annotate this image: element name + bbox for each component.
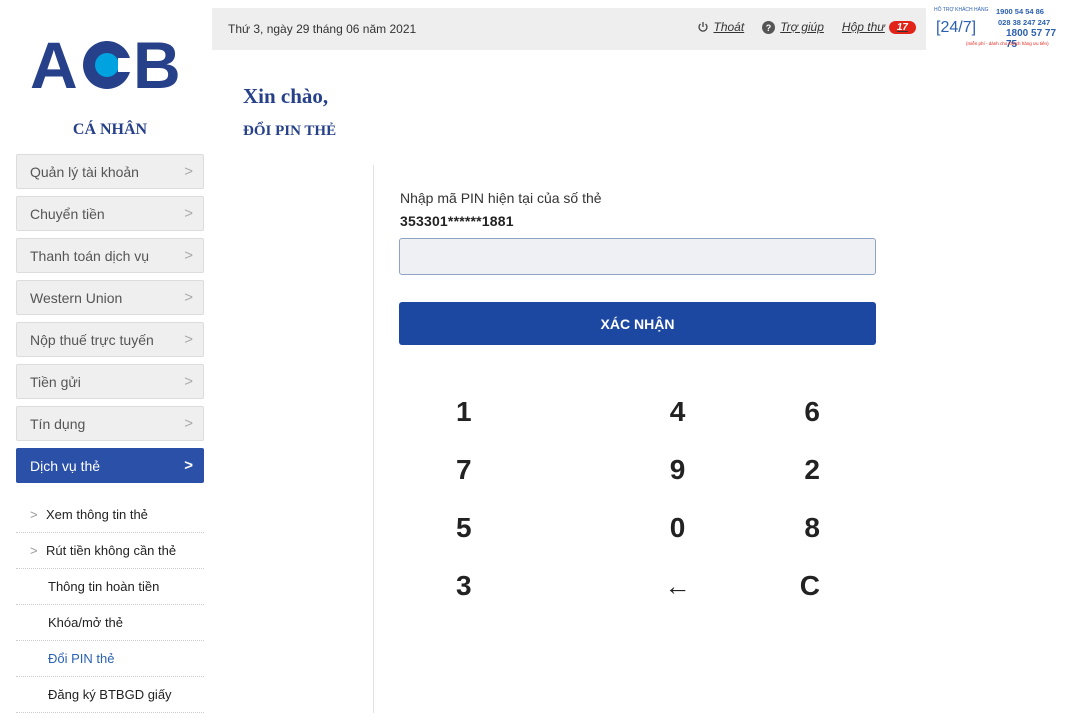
help-link[interactable]: ? Trợ giúp [762, 20, 824, 34]
hotline-note: (miễn phí - dành cho khách hàng ưu tiên) [966, 41, 1049, 46]
keypad-key-0[interactable]: 0 [560, 499, 720, 557]
svg-text:B: B [133, 28, 181, 98]
sidebar-item-account-management[interactable]: Quản lý tài khoản > [16, 154, 204, 189]
chevron-right-icon: > [184, 205, 193, 222]
svg-text:A: A [30, 28, 76, 98]
submenu-item-paper-statement[interactable]: Đăng ký BTBGD giấy [16, 677, 204, 713]
keypad-key-8[interactable]: 8 [720, 499, 880, 557]
pin-input[interactable] [399, 238, 876, 275]
keypad-backspace-key[interactable]: ← [560, 557, 720, 615]
logout-link[interactable]: Thoát [697, 20, 745, 34]
greeting: Xin chào, [243, 84, 329, 108]
hotline-24-7: [24/7] [936, 19, 977, 36]
sidebar-item-online-tax[interactable]: Nộp thuế trực tuyến > [16, 322, 204, 357]
submenu-item-label: Rút tiền không cần thẻ [46, 543, 177, 558]
hotline-phone-2: 028 38 247 247 [998, 18, 1051, 27]
inbox-label: Hộp thư [841, 20, 885, 34]
submenu-item-label: Thông tin hoàn tiền [48, 579, 160, 594]
logout-label: Thoát [713, 20, 745, 34]
submenu-item-label: Khóa/mở thẻ [48, 615, 124, 630]
keypad-key-2[interactable]: 2 [720, 441, 880, 499]
hotline-phone-3: 1800 57 77 75 [1006, 28, 1057, 50]
keypad-key-1[interactable]: 1 [400, 383, 560, 441]
sidebar-menu: Quản lý tài khoản > Chuyển tiền > Thanh … [16, 154, 204, 490]
power-icon [697, 21, 709, 33]
sidebar-item-label: Tín dụng [30, 415, 86, 432]
submenu-item-change-pin[interactable]: Đổi PIN thẻ [16, 641, 204, 677]
sidebar-item-label: Dịch vụ thẻ [30, 457, 101, 474]
chevron-right-icon: > [184, 163, 193, 180]
keypad-key-3[interactable]: 3 [400, 557, 560, 615]
sidebar-item-label: Tiền gửi [30, 373, 81, 390]
keypad-key-5[interactable]: 5 [400, 499, 560, 557]
chevron-right-icon: > [30, 543, 38, 558]
sidebar-item-western-union[interactable]: Western Union > [16, 280, 204, 315]
submenu-item-label: Đổi PIN thẻ [48, 651, 115, 666]
content-divider [373, 165, 374, 713]
chevron-right-icon: > [184, 247, 193, 264]
submenu-item-label: Đăng ký BTBGD giấy [48, 687, 172, 702]
current-date: Thứ 3, ngày 29 tháng 06 năm 2021 [228, 22, 417, 36]
submenu-item-cardless-withdrawal[interactable]: > Rút tiền không cần thẻ [16, 533, 204, 569]
hotline-phone-1: 1900 54 54 86 [996, 7, 1044, 16]
submenu-item-view-card-info[interactable]: > Xem thông tin thẻ [16, 497, 204, 533]
submenu-item-lock-unlock-card[interactable]: Khóa/mở thẻ [16, 605, 204, 641]
pin-prompt: Nhập mã PIN hiện tại của số thẻ [400, 190, 602, 206]
keypad-key-6[interactable]: 6 [720, 383, 880, 441]
section-label: CÁ NHÂN [72, 121, 148, 138]
submenu-item-label: Xem thông tin thẻ [46, 507, 148, 522]
sidebar-item-transfer[interactable]: Chuyển tiền > [16, 196, 204, 231]
acb-logo[interactable]: A B [30, 28, 190, 102]
inbox-count-badge: 17 [888, 20, 916, 34]
chevron-right-icon: > [184, 415, 193, 432]
sidebar-item-card-services[interactable]: Dịch vụ thẻ > [16, 448, 204, 483]
help-icon: ? [762, 20, 776, 34]
page-title: ĐỔI PIN THẺ [243, 123, 337, 139]
hotline-label: HỖ TRỢ KHÁCH HÀNG [934, 7, 989, 13]
chevron-right-icon: > [184, 373, 193, 390]
hotline-banner[interactable]: HỖ TRỢ KHÁCH HÀNG 1900 54 54 86 [24/7] 0… [930, 5, 1065, 55]
inbox-link[interactable]: Hộp thư 17 [842, 20, 916, 34]
sidebar-item-label: Nộp thuế trực tuyến [30, 331, 154, 348]
keypad-key-7[interactable]: 7 [400, 441, 560, 499]
card-services-submenu: > Xem thông tin thẻ > Rút tiền không cần… [16, 497, 204, 713]
sidebar-item-label: Western Union [30, 289, 123, 306]
pin-keypad: 1 4 6 7 9 2 5 0 8 3 ← C [400, 383, 880, 615]
card-number: 353301******1881 [400, 213, 514, 229]
confirm-button[interactable]: XÁC NHẬN [399, 302, 876, 345]
chevron-right-icon: > [184, 289, 193, 306]
top-links: Thoát ? Trợ giúp Hộp thư 17 [679, 20, 916, 34]
submenu-item-refund-info[interactable]: Thông tin hoàn tiền [16, 569, 204, 605]
chevron-right-icon: > [30, 507, 38, 522]
sidebar-item-label: Chuyển tiền [30, 205, 105, 222]
keypad-key-4[interactable]: 4 [560, 383, 720, 441]
keypad-clear-key[interactable]: C [720, 557, 880, 615]
sidebar-item-label: Quản lý tài khoản [30, 163, 139, 180]
sidebar-item-label: Thanh toán dịch vụ [30, 247, 150, 264]
sidebar-item-credit[interactable]: Tín dụng > [16, 406, 204, 441]
chevron-right-icon: > [184, 331, 193, 348]
chevron-right-icon: > [184, 457, 193, 474]
sidebar-item-bill-payment[interactable]: Thanh toán dịch vụ > [16, 238, 204, 273]
svg-text:?: ? [766, 23, 772, 33]
sidebar-item-deposits[interactable]: Tiền gửi > [16, 364, 204, 399]
help-label: Trợ giúp [780, 20, 824, 34]
top-bar: Thứ 3, ngày 29 tháng 06 năm 2021 Thoát ?… [212, 8, 926, 50]
keypad-key-9[interactable]: 9 [560, 441, 720, 499]
